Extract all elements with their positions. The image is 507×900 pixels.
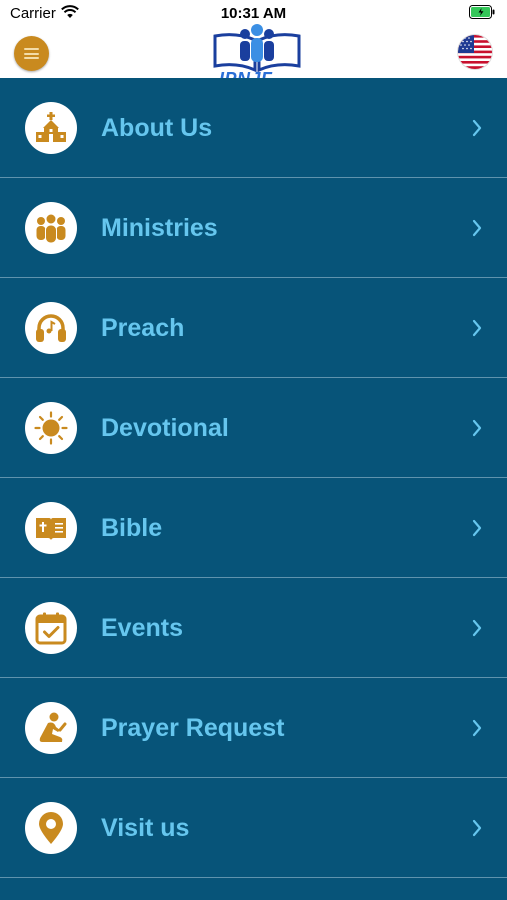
calendar-check-icon [25, 602, 77, 654]
chevron-right-icon [472, 619, 482, 637]
chevron-right-icon [472, 419, 482, 437]
menu-item-label: Visit us [101, 814, 190, 842]
menu-item-ministries[interactable]: Ministries [0, 178, 507, 278]
menu-item-label: Bible [101, 514, 163, 542]
menu-item-label: Ministries [101, 214, 218, 242]
app-header: IPNJFinc [0, 24, 507, 89]
menu-item-label: About Us [101, 114, 213, 142]
hamburger-menu-button[interactable] [14, 36, 49, 71]
menu-item-events[interactable]: Events [0, 578, 507, 678]
menu-item-label: Events [101, 614, 183, 642]
menu-item-prayer-request[interactable]: Prayer Request [0, 678, 507, 778]
bible-icon [25, 502, 77, 554]
chevron-right-icon [472, 119, 482, 137]
people-group-icon [25, 202, 77, 254]
menu-item-label: Devotional [101, 414, 229, 442]
main-menu-list: About Us Ministries Preach Devotional Bi… [0, 78, 507, 900]
us-flag-language-button[interactable] [458, 35, 492, 69]
chevron-right-icon [472, 519, 482, 537]
menu-item-label: Preach [101, 314, 185, 342]
battery-icon [469, 5, 495, 24]
map-pin-icon [25, 802, 77, 854]
menu-item-devotional[interactable]: Devotional [0, 378, 507, 478]
menu-item-about-us[interactable]: About Us [0, 78, 507, 178]
menu-item-preach[interactable]: Preach [0, 278, 507, 378]
sun-icon [25, 402, 77, 454]
church-icon [25, 102, 77, 154]
menu-item-label: Prayer Request [101, 714, 285, 742]
chevron-right-icon [472, 219, 482, 237]
praying-person-icon [25, 702, 77, 754]
chevron-right-icon [472, 319, 482, 337]
chevron-right-icon [472, 819, 482, 837]
menu-item-bible[interactable]: Bible [0, 478, 507, 578]
menu-item-visit-us[interactable]: Visit us [0, 778, 507, 878]
chevron-right-icon [472, 719, 482, 737]
headphones-icon [25, 302, 77, 354]
